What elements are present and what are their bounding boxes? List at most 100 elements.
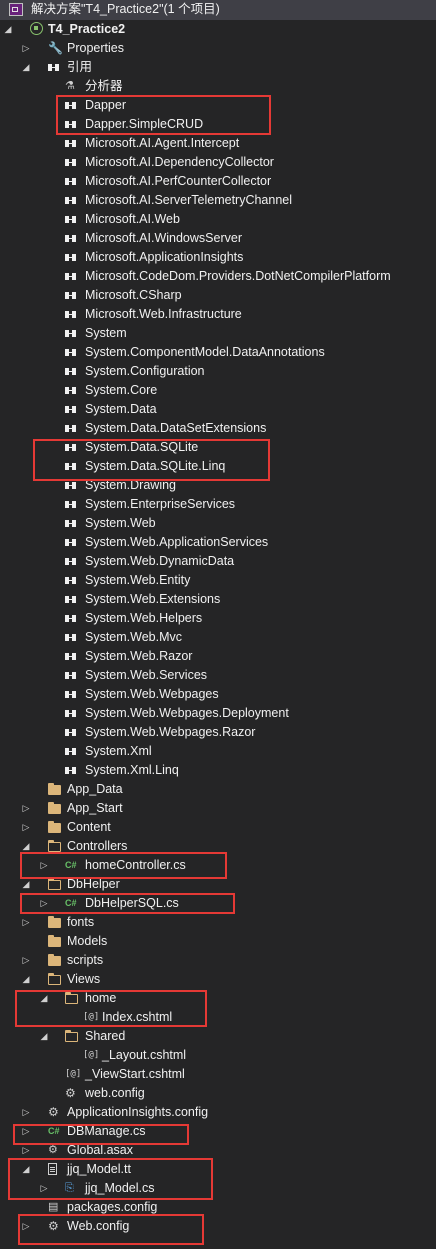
tree-item[interactable]: ▷ Content	[0, 818, 436, 837]
reference-icon	[65, 653, 77, 660]
tree-item[interactable]: [@] Index.cshtml	[0, 1008, 436, 1027]
expanded-arrow-icon[interactable]: ◢	[20, 837, 32, 856]
tree-item[interactable]: ▷ C# DbHelperSQL.cs	[0, 894, 436, 913]
tree-item[interactable]: ⚗ 分析器	[0, 77, 436, 96]
reference-icon	[48, 64, 60, 71]
tree-item[interactable]: System.Web.Entity	[0, 571, 436, 590]
tree-item[interactable]: System.EnterpriseServices	[0, 495, 436, 514]
tree-item[interactable]: System.Configuration	[0, 362, 436, 381]
tree-item[interactable]: System.Web.Razor	[0, 647, 436, 666]
reference-icon	[65, 292, 77, 299]
tree-item[interactable]: System.Xml	[0, 742, 436, 761]
expanded-arrow-icon[interactable]: ◢	[20, 1160, 32, 1179]
tree-item[interactable]: Microsoft.ApplicationInsights	[0, 248, 436, 267]
tree-item[interactable]: Microsoft.AI.WindowsServer	[0, 229, 436, 248]
reference-icon	[65, 501, 77, 508]
tree-item-label: scripts	[67, 953, 104, 967]
tree-item[interactable]: Microsoft.AI.DependencyCollector	[0, 153, 436, 172]
collapsed-arrow-icon[interactable]: ▷	[20, 1141, 32, 1160]
tree-item[interactable]: ▷ fonts	[0, 913, 436, 932]
tree-item[interactable]: System.Web.Webpages.Deployment	[0, 704, 436, 723]
collapsed-arrow-icon[interactable]: ▷	[20, 818, 32, 837]
expanded-arrow-icon[interactable]: ◢	[20, 58, 32, 77]
expanded-arrow-icon[interactable]: ◢	[20, 875, 32, 894]
tree-item[interactable]: Models	[0, 932, 436, 951]
tree-item[interactable]: ⚙ web.config	[0, 1084, 436, 1103]
tree-item[interactable]: System.Core	[0, 381, 436, 400]
expanded-arrow-icon[interactable]: ◢	[20, 970, 32, 989]
collapsed-arrow-icon[interactable]: ▷	[38, 894, 50, 913]
tree-item[interactable]: ◢ Shared	[0, 1027, 436, 1046]
tree-item[interactable]: System.Web	[0, 514, 436, 533]
tree-item[interactable]: Microsoft.AI.ServerTelemetryChannel	[0, 191, 436, 210]
tree-item[interactable]: ◢ Controllers	[0, 837, 436, 856]
tree-item[interactable]: System.Data	[0, 400, 436, 419]
tree-item[interactable]: ▷ ⚙ ApplicationInsights.config	[0, 1103, 436, 1122]
tree-item[interactable]: ▷ ⚙ Web.config	[0, 1217, 436, 1236]
tree-item[interactable]: Dapper	[0, 96, 436, 115]
collapsed-arrow-icon[interactable]: ▷	[20, 951, 32, 970]
tree-item[interactable]: System.Xml.Linq	[0, 761, 436, 780]
tree-item[interactable]: ◢ Views	[0, 970, 436, 989]
collapsed-arrow-icon[interactable]: ▷	[38, 856, 50, 875]
tree-item-label: System.Core	[85, 383, 158, 397]
tree-item[interactable]: Microsoft.AI.Agent.Intercept	[0, 134, 436, 153]
collapsed-arrow-icon[interactable]: ▷	[20, 39, 32, 58]
tree-item[interactable]: Microsoft.AI.PerfCounterCollector	[0, 172, 436, 191]
tree-item-label: System.Web	[85, 516, 156, 530]
reference-icon	[65, 349, 77, 356]
tree-item[interactable]: System.Web.Webpages	[0, 685, 436, 704]
tree-item[interactable]: ▷ ⚙ Global.asax	[0, 1141, 436, 1160]
tree-item[interactable]: System.Drawing	[0, 476, 436, 495]
tree-item[interactable]: System.Web.Extensions	[0, 590, 436, 609]
tree-item[interactable]: ▷ C# DBManage.cs	[0, 1122, 436, 1141]
tree-item[interactable]: ▷ scripts	[0, 951, 436, 970]
tree-item[interactable]: ▤ packages.config	[0, 1198, 436, 1217]
expanded-arrow-icon[interactable]: ◢	[38, 1027, 50, 1046]
tree-item[interactable]: ◢ DbHelper	[0, 875, 436, 894]
tree-item[interactable]: System.Web.Mvc	[0, 628, 436, 647]
collapsed-arrow-icon[interactable]: ▷	[38, 1179, 50, 1198]
tree-item[interactable]: Dapper.SimpleCRUD	[0, 115, 436, 134]
tree-item-label: System.Web.Webpages.Deployment	[85, 706, 289, 720]
tree-item[interactable]: [@] _Layout.cshtml	[0, 1046, 436, 1065]
csharp-file-icon: C#	[65, 860, 77, 870]
tree-item[interactable]: System.Web.ApplicationServices	[0, 533, 436, 552]
tree-item[interactable]: Microsoft.CodeDom.Providers.DotNetCompil…	[0, 267, 436, 286]
tree-item[interactable]: System.Data.SQLite.Linq	[0, 457, 436, 476]
tree-item[interactable]: App_Data	[0, 780, 436, 799]
tree-item[interactable]: Microsoft.Web.Infrastructure	[0, 305, 436, 324]
tree-item[interactable]: System.Web.DynamicData	[0, 552, 436, 571]
tree-item[interactable]: Microsoft.AI.Web	[0, 210, 436, 229]
solution-root-row[interactable]: 解决方案"T4_Practice2"(1 个项目)	[0, 0, 436, 20]
collapsed-arrow-icon[interactable]: ▷	[20, 1122, 32, 1141]
tree-item-label: System.EnterpriseServices	[85, 497, 236, 511]
tree-item[interactable]: ▷ 🔧 Properties	[0, 39, 436, 58]
reference-icon	[65, 159, 77, 166]
tree-item[interactable]: System	[0, 324, 436, 343]
tree-item[interactable]: [@] _ViewStart.cshtml	[0, 1065, 436, 1084]
tree-item[interactable]: ◢ 引用	[0, 58, 436, 77]
tree-item[interactable]: ▷ ⎘ jjq_Model.cs	[0, 1179, 436, 1198]
tree-item[interactable]: System.Web.Helpers	[0, 609, 436, 628]
collapsed-arrow-icon[interactable]: ▷	[20, 1103, 32, 1122]
tree-item[interactable]: ▷ App_Start	[0, 799, 436, 818]
collapsed-arrow-icon[interactable]: ▷	[20, 913, 32, 932]
tree-item[interactable]: ◢ jjq_Model.tt	[0, 1160, 436, 1179]
tree-item[interactable]: Microsoft.CSharp	[0, 286, 436, 305]
expanded-arrow-icon[interactable]: ◢	[38, 989, 50, 1008]
config-file-icon: ⚙	[48, 1105, 59, 1119]
tree-item[interactable]: ◢ T4_Practice2	[0, 20, 436, 39]
tree-item[interactable]: System.Data.DataSetExtensions	[0, 419, 436, 438]
tree-item[interactable]: System.Data.SQLite	[0, 438, 436, 457]
tree-item[interactable]: System.Web.Webpages.Razor	[0, 723, 436, 742]
expanded-arrow-icon[interactable]: ◢	[2, 20, 14, 39]
tree-item[interactable]: ▷ C# homeController.cs	[0, 856, 436, 875]
tree-item[interactable]: System.ComponentModel.DataAnnotations	[0, 343, 436, 362]
tree-item[interactable]: ◢ home	[0, 989, 436, 1008]
tree-item-label: System.Web.Helpers	[85, 611, 203, 625]
collapsed-arrow-icon[interactable]: ▷	[20, 1217, 32, 1236]
reference-icon	[65, 672, 77, 679]
collapsed-arrow-icon[interactable]: ▷	[20, 799, 32, 818]
tree-item[interactable]: System.Web.Services	[0, 666, 436, 685]
